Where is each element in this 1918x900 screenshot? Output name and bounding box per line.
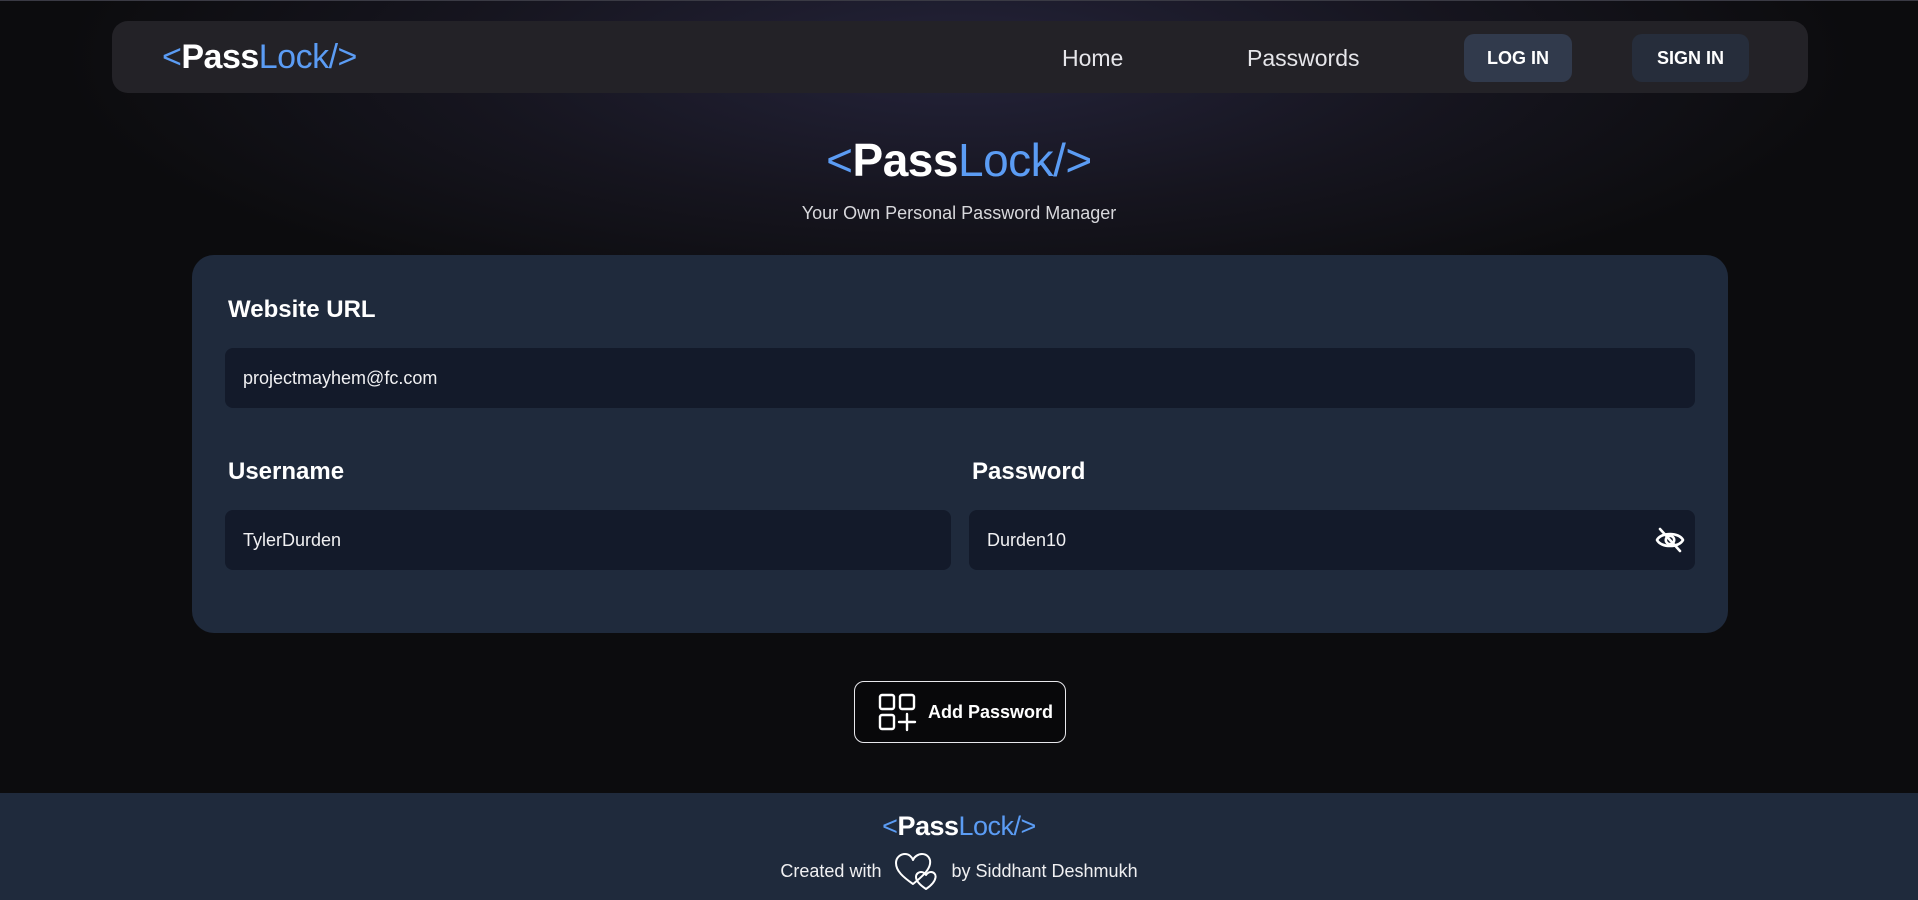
logo-lock: Lock: [258, 38, 329, 76]
website-url-input[interactable]: [225, 348, 1695, 408]
navbar: <PassLock/> Home Passwords LOG IN SIGN I…: [112, 21, 1808, 93]
window-top-border: [0, 0, 1918, 1]
footer: <PassLock/> Created with by Siddhant Des…: [0, 793, 1918, 900]
login-button[interactable]: LOG IN: [1464, 34, 1572, 82]
footer-credit: Created with by Siddhant Deshmukh: [0, 851, 1918, 891]
add-password-label: Add Password: [928, 701, 1054, 722]
website-url-label: Website URL: [228, 296, 376, 323]
logo-open-bracket: <: [882, 811, 898, 841]
logo-close-bracket: />: [1013, 811, 1037, 841]
password-label: Password: [972, 458, 1086, 485]
logo-lock: Lock: [957, 134, 1054, 186]
logo-pass: Pass: [181, 38, 259, 76]
add-password-button[interactable]: Add Password: [854, 681, 1066, 743]
hearts-icon: [893, 851, 941, 891]
username-input[interactable]: [225, 510, 951, 570]
tagline: Your Own Personal Password Manager: [801, 203, 1117, 223]
author-text: by Siddhant Deshmukh: [951, 860, 1138, 881]
logo-close-bracket: />: [1053, 134, 1092, 186]
hero-logo: <PassLock/>: [0, 132, 1918, 188]
add-grid-icon: [877, 692, 917, 732]
logo-pass: Pass: [897, 811, 959, 841]
created-with-text: Created with: [780, 860, 882, 881]
password-input[interactable]: [969, 510, 1695, 570]
eye-slash-icon[interactable]: [1654, 526, 1686, 554]
nav-passwords-link[interactable]: Passwords: [1247, 44, 1359, 72]
logo-open-bracket: <: [162, 38, 182, 76]
signin-button[interactable]: SIGN IN: [1632, 34, 1749, 82]
nav-home-link[interactable]: Home: [1062, 44, 1123, 72]
nav-logo[interactable]: <PassLock/>: [162, 37, 357, 77]
username-label: Username: [228, 458, 345, 485]
password-form-card: Website URL Username Password: [192, 255, 1728, 633]
logo-lock: Lock: [958, 811, 1015, 841]
logo-open-bracket: <: [826, 134, 853, 186]
logo-pass: Pass: [852, 134, 959, 186]
footer-logo: <PassLock/>: [0, 810, 1918, 842]
logo-close-bracket: />: [328, 38, 358, 76]
